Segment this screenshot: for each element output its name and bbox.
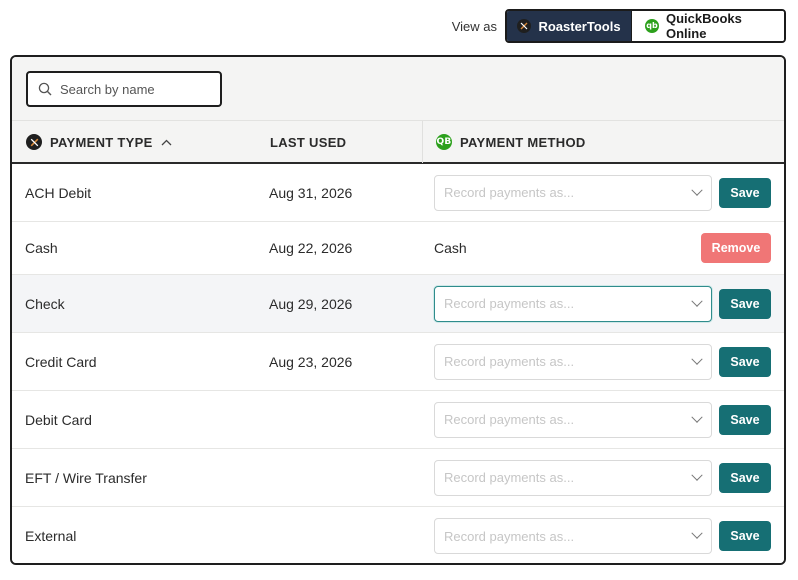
payment-method-placeholder: Record payments as... — [444, 296, 575, 311]
payment-method-select[interactable]: Record payments as... — [434, 285, 712, 322]
row-payment-method: Record payments as... — [434, 391, 712, 448]
header-payment-type[interactable]: PAYMENT TYPE — [26, 121, 172, 163]
row-last-used: Aug 23, 2026 — [269, 353, 353, 370]
view-as-label: View as — [451, 18, 497, 34]
header-divider — [422, 121, 423, 163]
row-payment-type: Cash — [25, 240, 58, 256]
payment-method-select[interactable]: Record payments as... — [434, 518, 712, 554]
row-last-used: Aug 31, 2026 — [269, 184, 353, 201]
table-row: Debit Card Record payments as... Save — [12, 391, 784, 449]
payment-method-placeholder: Record payments as... — [444, 354, 575, 369]
row-payment-type: Check — [25, 295, 65, 312]
header-last-used-label: LAST USED — [270, 134, 347, 150]
row-payment-method-value: Cash — [434, 240, 467, 256]
chevron-down-icon — [691, 411, 703, 423]
header-payment-method: qb PAYMENT METHOD — [436, 121, 586, 163]
search-icon — [38, 82, 52, 96]
view-as-quickbooks-button[interactable]: qb QuickBooks Online — [631, 11, 784, 41]
roastertools-logo-icon — [517, 19, 532, 33]
row-payment-method: Record payments as... — [434, 164, 712, 221]
table-row: Cash Aug 22, 2026 Cash Remove — [12, 222, 784, 275]
header-payment-method-label: PAYMENT METHOD — [460, 134, 586, 150]
table-row: External Record payments as... Save — [12, 507, 784, 563]
quickbooks-logo-icon: qb — [645, 19, 659, 33]
save-button[interactable]: Save — [719, 288, 771, 319]
row-payment-type: EFT / Wire Transfer — [25, 469, 147, 486]
save-button[interactable]: Save — [719, 462, 771, 493]
view-as-toggle: RoasterTools qb QuickBooks Online — [505, 9, 786, 43]
payment-method-placeholder: Record payments as... — [444, 185, 575, 200]
view-as-roastertools-button[interactable]: RoasterTools — [507, 11, 631, 41]
chevron-down-icon — [691, 353, 703, 365]
row-payment-type: Credit Card — [25, 353, 97, 370]
row-payment-type: Debit Card — [25, 411, 92, 428]
roastertools-logo-icon — [26, 134, 42, 150]
payment-method-placeholder: Record payments as... — [444, 528, 575, 544]
row-last-used: Aug 29, 2026 — [269, 295, 353, 312]
table-row: EFT / Wire Transfer Record payments as..… — [12, 449, 784, 507]
header-payment-type-label: PAYMENT TYPE — [50, 134, 153, 150]
card-toolbar — [12, 57, 784, 120]
table-row: Credit Card Aug 23, 2026 Record payments… — [12, 333, 784, 391]
view-as-roastertools-label: RoasterTools — [538, 18, 621, 34]
chevron-down-icon — [691, 295, 703, 307]
save-button[interactable]: Save — [719, 521, 771, 551]
view-as-switcher: View as RoasterTools qb QuickBooks Onlin… — [452, 9, 786, 43]
header-last-used[interactable]: LAST USED — [270, 121, 346, 163]
payment-method-select[interactable]: Record payments as... — [434, 459, 712, 496]
row-payment-type: ACH Debit — [25, 184, 92, 201]
save-button[interactable]: Save — [719, 404, 771, 435]
row-payment-method: Record payments as... — [434, 333, 712, 390]
remove-button[interactable]: Remove — [701, 233, 771, 263]
row-payment-method: Record payments as... — [434, 275, 712, 332]
search-box[interactable] — [26, 71, 222, 107]
view-as-quickbooks-label: QuickBooks Online — [666, 11, 742, 41]
payment-method-select[interactable]: Record payments as... — [434, 343, 712, 380]
row-payment-method: Record payments as... — [434, 507, 712, 563]
row-last-used: Aug 22, 2026 — [269, 240, 353, 256]
payment-types-card: PAYMENT TYPE LAST USED qb PAYMENT METHOD… — [10, 55, 786, 565]
row-payment-type: External — [25, 528, 77, 544]
row-payment-method: Record payments as... — [434, 449, 712, 506]
table-row: ACH Debit Aug 31, 2026 Record payments a… — [12, 164, 784, 222]
table-header: PAYMENT TYPE LAST USED qb PAYMENT METHOD — [12, 120, 784, 164]
save-button[interactable]: Save — [719, 346, 771, 377]
chevron-down-icon — [691, 469, 703, 481]
chevron-down-icon — [691, 184, 703, 196]
chevron-down-icon — [691, 527, 703, 539]
payment-method-select[interactable]: Record payments as... — [434, 174, 712, 211]
sort-ascending-icon — [161, 139, 172, 145]
quickbooks-logo-icon: qb — [436, 134, 452, 150]
payment-method-placeholder: Record payments as... — [444, 412, 575, 427]
payment-method-placeholder: Record payments as... — [444, 470, 575, 485]
save-button[interactable]: Save — [719, 177, 771, 208]
payment-method-select[interactable]: Record payments as... — [434, 401, 712, 438]
search-input[interactable] — [60, 81, 210, 97]
table-row: Check Aug 29, 2026 Record payments as...… — [12, 275, 784, 333]
